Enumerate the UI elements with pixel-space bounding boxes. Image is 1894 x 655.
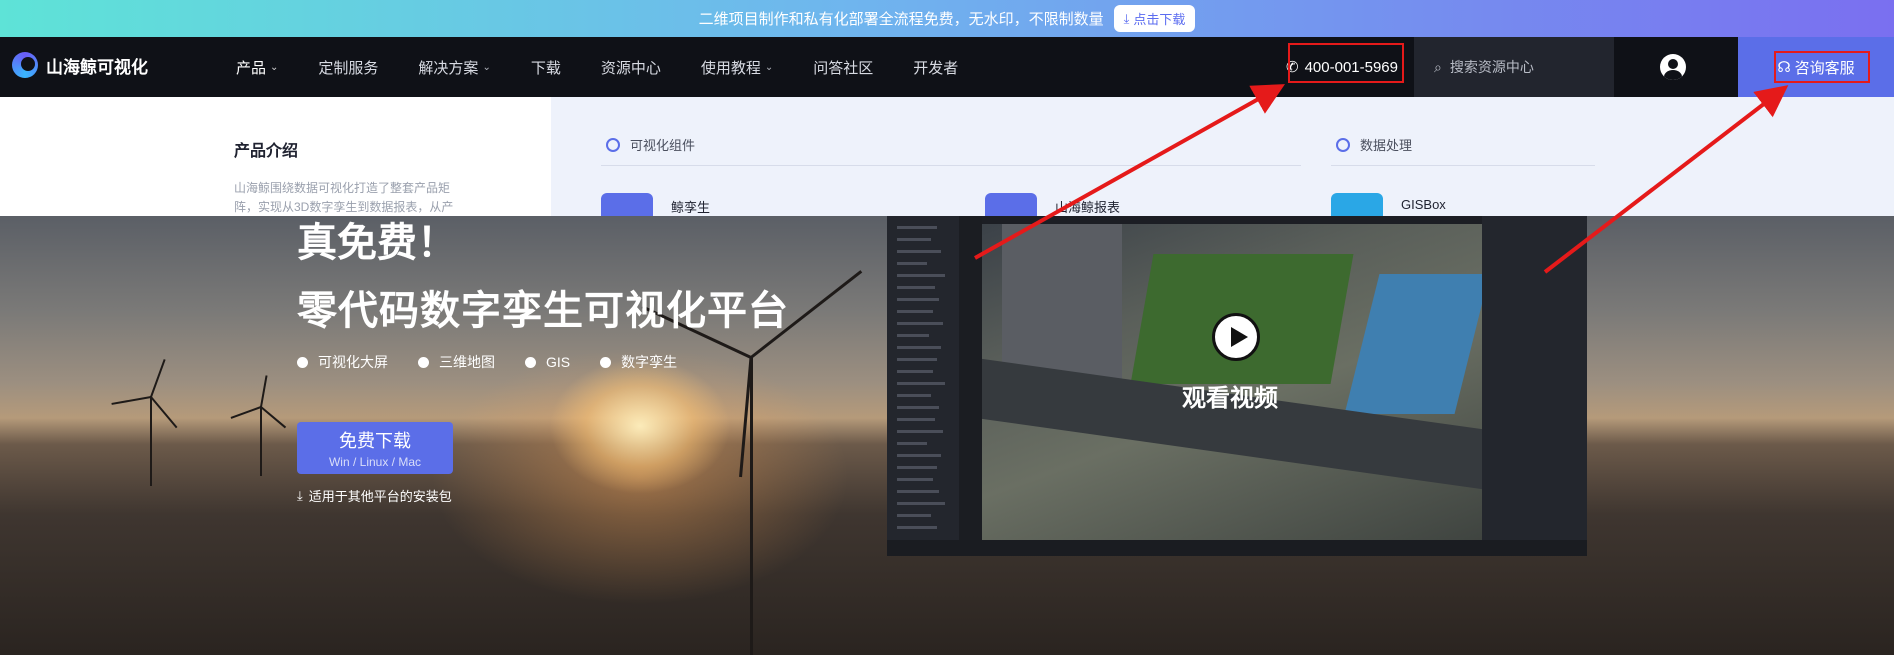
feature-label: GIS [546,354,571,370]
search-icon: ⌕ [1434,58,1442,75]
logo-text: 山海鲸可视化 [46,57,148,77]
nav-item-label: 产品 [236,59,267,77]
nav-item-qa[interactable]: 问答社区 [813,57,873,78]
product-name: 山海鲸报表 [1055,200,1121,215]
nav-item-label: 开发者 [913,59,959,77]
platforms-label: Win / Linux / Mac [328,455,422,469]
product-dropdown: 产品介绍 山海鲸围绕数据可视化打造了整套产品矩阵，实现从3D数字孪生到数据报表，… [0,97,1894,217]
twin-product-icon [601,193,653,217]
nav-item-label: 定制服务 [318,59,379,77]
bullet-icon [418,356,429,368]
user-avatar-icon[interactable] [1660,54,1686,80]
building-shape [1002,224,1122,384]
watch-video-label: 观看视频 [1182,385,1278,412]
banner-download-button[interactable]: ⤓ 点击下载 [1113,5,1196,32]
section-label: 数据处理 [1360,138,1413,153]
pool-shape [1344,274,1490,414]
product-name: GISBox [1401,197,1446,212]
highlight-box-phone [1288,43,1404,83]
chevron-down-icon: ⌄ [270,61,279,73]
nav-item-solutions[interactable]: 解决方案 ⌄ [418,57,490,78]
dropdown-intro: 产品介绍 山海鲸围绕数据可视化打造了整套产品矩阵，实现从3D数字孪生到数据报表，… [0,97,551,216]
top-nav: 山海鲸可视化 产品 ⌄ 定制服务 解决方案 ⌄ 下载 资源中心 使用教程 ⌄ 问答社区… [0,37,1894,97]
hero-title-partial: 真免费！ [297,221,457,265]
product-name: 鲸孪生 [671,200,711,215]
editor-toolbar [959,216,982,556]
bullet-icon [297,356,308,368]
section-data-processing: 数据处理 [1336,135,1412,154]
editor-property-panel [1482,216,1587,556]
video-preview[interactable]: 观看视频 [887,216,1587,556]
hero-title: 零代码数字孪生可视化平台 [297,289,789,333]
chevron-down-icon: ⌄ [764,61,774,73]
other-platforms-label: 适用于其他平台的安装包 [308,489,452,504]
feature-item: 可视化大屏 [297,352,388,372]
nav-item-label: 资源中心 [600,59,661,77]
banner-download-label: 点击下载 [1133,12,1186,27]
nav-item-download[interactable]: 下载 [531,57,561,78]
section-divider [1331,165,1595,166]
highlight-box-consult [1774,51,1870,83]
nav-item-product[interactable]: 产品 ⌄ [236,57,278,78]
download-icon: ⤓ [1123,10,1130,26]
other-platforms-link[interactable]: ⤓ 适用于其他平台的安装包 [297,486,452,505]
gisbox-product-icon [1331,193,1383,217]
feature-item: 三维地图 [418,352,495,372]
section-divider [601,165,1301,166]
feature-label: 数字孪生 [621,354,678,370]
section-label: 可视化组件 [630,138,696,153]
feature-item: 数字孪生 [600,352,677,372]
bullet-icon [600,356,612,368]
section-visual-components: 可视化组件 [606,135,695,154]
free-download-label: 免费下载 [339,431,411,451]
search-box[interactable]: ⌕ 搜索资源中心 [1414,37,1614,97]
logo[interactable]: 山海鲸可视化 [12,52,148,78]
nav-item-label: 解决方案 [418,59,479,77]
feature-item: GIS [525,352,570,372]
free-download-button[interactable]: 免费下载 Win / Linux / Mac [297,422,453,474]
hero-section: 真免费！ 零代码数字孪生可视化平台 可视化大屏 三维地图 GIS 数字孪生 免费… [0,216,1894,655]
chevron-down-icon: ⌄ [482,61,491,73]
nav-item-label: 问答社区 [813,59,874,77]
section-dot-icon [1336,137,1350,152]
product-item-report[interactable]: 山海鲸报表 [985,193,1120,217]
product-item-twin[interactable]: 鲸孪生 [601,193,710,217]
dropdown-title: 产品介绍 [234,143,299,160]
editor-statusbar [887,540,1587,556]
nav-item-developer[interactable]: 开发者 [913,57,958,78]
feature-label: 可视化大屏 [318,354,388,370]
dropdown-products: 可视化组件 数据处理 鲸孪生 山海鲸报表 GISBox [551,97,1894,217]
logo-icon [12,52,38,78]
nav-item-custom-service[interactable]: 定制服务 [318,57,378,78]
nav-item-tutorials[interactable]: 使用教程 ⌄ [701,57,773,78]
nav-item-label: 使用教程 [700,59,761,77]
search-placeholder: 搜索资源中心 [1449,59,1534,75]
promo-banner: 二维项目制作和私有化部署全流程免费，无水印，不限制数量 ⤓ 点击下载 [0,0,1894,37]
report-product-icon [985,193,1037,217]
feature-list: 可视化大屏 三维地图 GIS 数字孪生 [297,352,707,372]
play-icon[interactable] [1212,313,1260,361]
dropdown-description: 山海鲸围绕数据可视化打造了整套产品矩阵，实现从3D数字孪生到数据报表，从产 [234,181,454,214]
promo-text: 二维项目制作和私有化部署全流程免费，无水印，不限制数量 [698,11,1104,28]
section-dot-icon [606,137,620,152]
download-icon: ⤓ [297,487,303,503]
nav-item-label: 下载 [530,59,561,77]
bullet-icon [525,356,536,368]
main-menu: 产品 ⌄ 定制服务 解决方案 ⌄ 下载 资源中心 使用教程 ⌄ 问答社区 开发者 [236,37,998,97]
nav-item-resources[interactable]: 资源中心 [601,57,661,78]
product-item-gisbox[interactable]: GISBox [1331,193,1446,217]
feature-label: 三维地图 [439,354,495,370]
